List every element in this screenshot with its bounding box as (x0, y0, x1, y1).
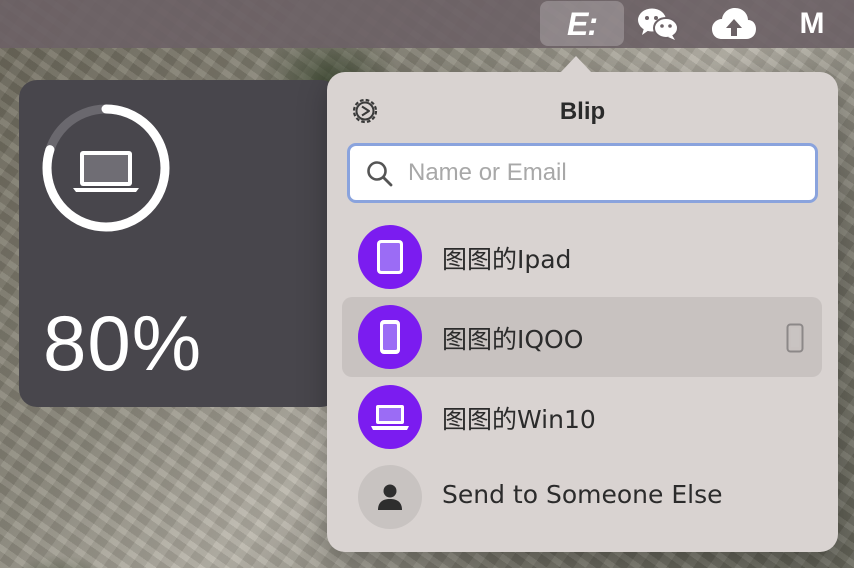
search-input[interactable] (408, 156, 798, 190)
cloud-upload-icon (712, 8, 756, 39)
tablet-icon (377, 240, 403, 274)
laptop-icon (73, 151, 139, 192)
blip-menubar-button[interactable]: E: (540, 0, 624, 48)
mail-menubar-button[interactable]: M (786, 0, 838, 48)
wechat-icon (638, 8, 679, 40)
battery-widget: 80% (19, 80, 339, 407)
device-row-ipad[interactable]: 图图的Ipad (342, 217, 822, 297)
wechat-menubar-button[interactable] (630, 0, 686, 48)
menu-bar: E: M (0, 0, 854, 48)
device-row-win10[interactable]: 图图的Win10 (342, 377, 822, 457)
device-row-iqoo[interactable]: 图图的IQOO (342, 297, 822, 377)
send-to-someone-else-label: Send to Someone Else (442, 480, 723, 509)
send-to-someone-else-row[interactable]: Send to Someone Else (342, 457, 822, 537)
phone-outline-icon (786, 323, 804, 353)
device-label: 图图的IQOO (442, 325, 584, 354)
battery-ring (42, 104, 170, 232)
device-avatar (358, 225, 422, 289)
device-avatar (358, 385, 422, 449)
blip-icon: E: (567, 5, 598, 42)
search-icon (367, 161, 393, 187)
cloud-menubar-button[interactable] (704, 0, 764, 48)
device-label: 图图的Ipad (442, 245, 572, 274)
battery-percent: 80% (43, 299, 203, 387)
device-avatar (358, 305, 422, 369)
popover-title: Blip (559, 98, 606, 125)
person-icon (378, 484, 402, 510)
laptop-icon (371, 405, 409, 430)
blip-popover: Blip 图图的Ipad 图图的IQOO (327, 56, 838, 552)
device-label: 图图的Win10 (442, 405, 596, 434)
mail-icon: M (799, 7, 825, 40)
person-avatar (358, 465, 422, 529)
search-field[interactable] (347, 143, 818, 203)
popover-arrow (560, 56, 592, 73)
phone-icon (380, 320, 400, 354)
